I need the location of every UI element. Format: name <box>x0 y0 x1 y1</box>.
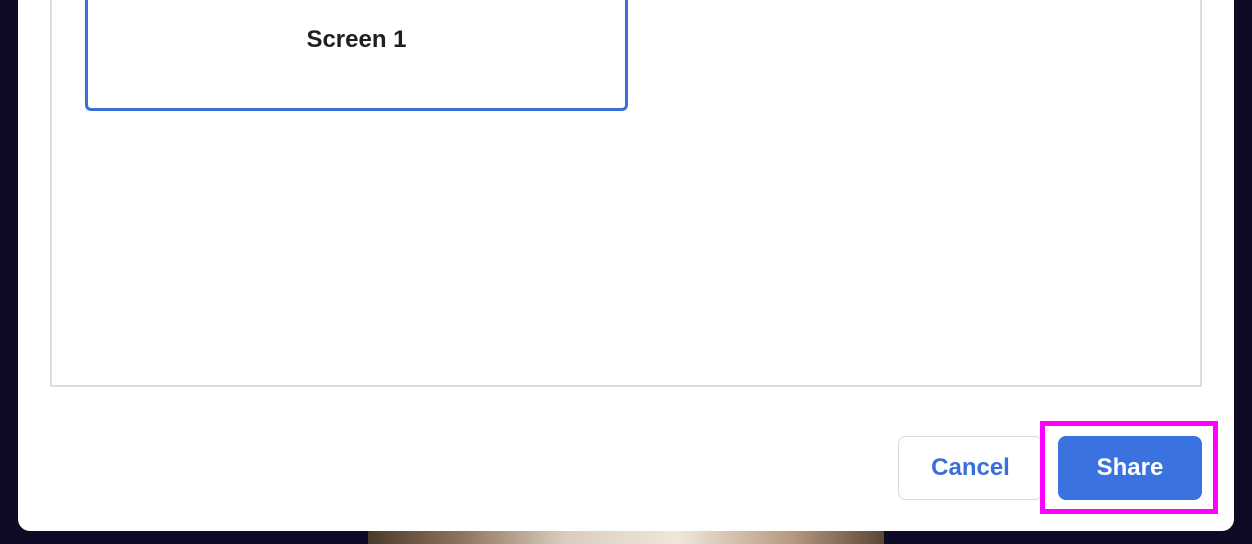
screen-tile-label: Screen 1 <box>306 26 407 53</box>
screen-picker-panel: Screen 1 <box>50 0 1202 387</box>
cancel-button[interactable]: Cancel <box>898 436 1043 500</box>
share-button[interactable]: Share <box>1058 436 1202 500</box>
share-screen-dialog: Screen 1 Cancel Share <box>18 0 1234 531</box>
screen-tile-selected[interactable]: Screen 1 <box>85 0 628 111</box>
